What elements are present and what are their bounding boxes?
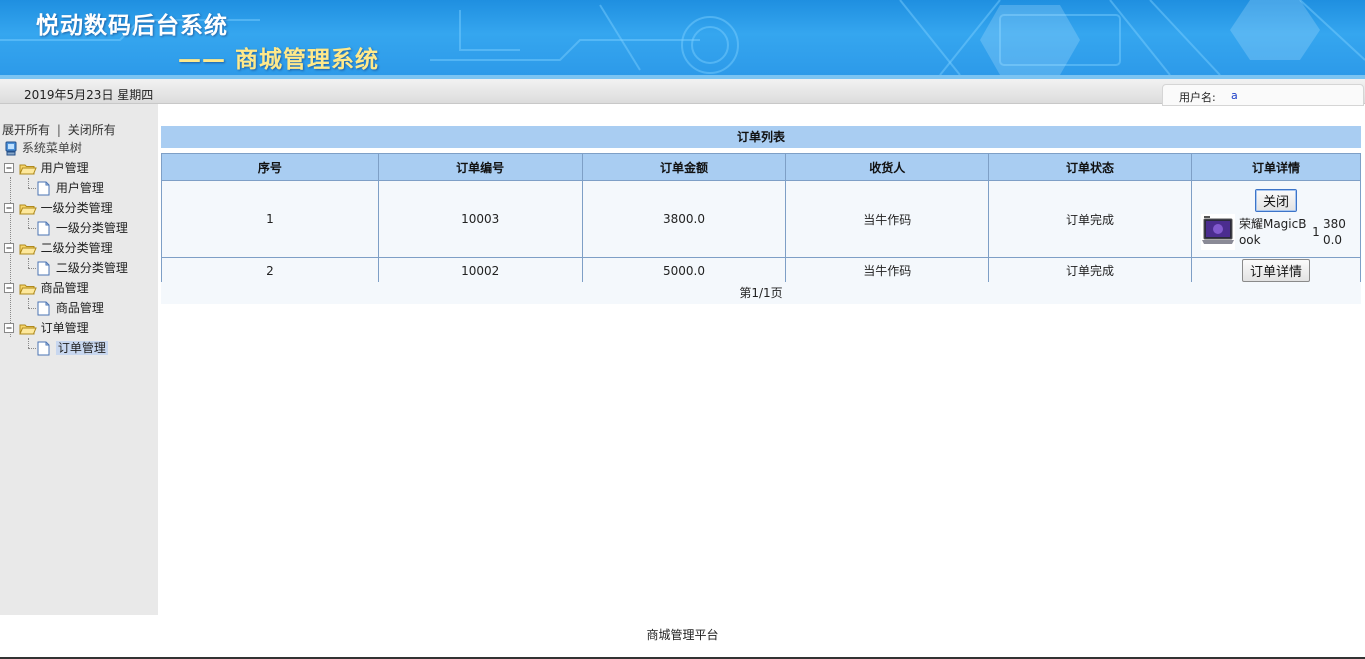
collapse-minus-icon[interactable] — [4, 283, 15, 294]
tree-group-label: 商品管理 — [40, 281, 89, 295]
document-icon — [37, 221, 50, 236]
tree-group-label: 一级分类管理 — [40, 201, 113, 215]
folder-open-icon — [19, 324, 37, 334]
tree-line — [28, 258, 29, 268]
tree-group-products[interactable]: 商品管理 — [4, 279, 89, 297]
table-row: 1 10003 3800.0 当牛作码 订单完成 关闭 荣耀MagicBook … — [161, 180, 1362, 258]
tree-group-orders[interactable]: 订单管理 — [4, 319, 89, 337]
tree-line — [28, 348, 36, 349]
tree-group-label: 二级分类管理 — [40, 241, 113, 255]
collapse-minus-icon[interactable] — [4, 203, 15, 214]
tree-item-label: 订单管理 — [55, 341, 108, 355]
tree-item-order-management[interactable]: 订单管理 — [36, 339, 108, 357]
sidebar: 展开所有 | 关闭所有 系统菜单树 用户管理 用户管理 一级分类管理 一级分类管… — [0, 104, 158, 615]
tree-group-label: 用户管理 — [40, 161, 89, 175]
tree-line — [28, 218, 29, 228]
cell-index: 1 — [161, 180, 379, 258]
document-icon — [37, 301, 50, 316]
cell-detail: 订单详情 — [1190, 257, 1362, 284]
current-date: 2019年5月23日 星期四 — [24, 88, 154, 102]
tree-root-label: 系统菜单树 — [21, 141, 82, 155]
user-label: 用户名: — [1179, 91, 1216, 104]
tree-line — [28, 188, 36, 189]
cell-status: 订单完成 — [988, 180, 1192, 258]
tree-line — [28, 178, 29, 188]
tree-controls: 展开所有 | 关闭所有 — [2, 121, 116, 138]
tree-item-label: 用户管理 — [55, 181, 104, 195]
tree-group-category2[interactable]: 二级分类管理 — [4, 239, 113, 257]
table-header-row: 序号 订单编号 订单金额 收货人 订单状态 订单详情 — [161, 153, 1362, 181]
product-quantity: 1 — [1312, 224, 1320, 239]
product-thumbnail — [1200, 213, 1235, 250]
cell-status: 订单完成 — [988, 257, 1192, 284]
cell-amount: 3800.0 — [581, 180, 787, 258]
product-subtotal: 3800.0 — [1322, 216, 1346, 247]
column-header-amount: 订单金额 — [581, 153, 787, 181]
order-detail-button[interactable]: 订单详情 — [1241, 259, 1310, 282]
cell-receiver: 当牛作码 — [785, 180, 990, 258]
tree-item-category1-management[interactable]: 一级分类管理 — [36, 219, 128, 237]
info-bar: 2019年5月23日 星期四 用户名: a — [0, 79, 1365, 106]
cell-detail: 关闭 荣耀MagicBook 1 3800.0 — [1190, 180, 1362, 258]
user-box: 用户名: a — [1162, 84, 1364, 106]
tree-group-label: 订单管理 — [40, 321, 89, 335]
product-name: 荣耀MagicBook — [1238, 216, 1307, 247]
close-detail-button[interactable]: 关闭 — [1254, 188, 1297, 212]
collapse-minus-icon[interactable] — [4, 163, 15, 174]
folder-open-icon — [19, 164, 37, 174]
column-header-order-no: 订单编号 — [377, 153, 583, 181]
tree-group-category1[interactable]: 一级分类管理 — [4, 199, 113, 217]
order-item-detail: 荣耀MagicBook 1 3800.0 — [1193, 212, 1359, 252]
pager: 第1/1页 — [161, 282, 1361, 304]
tree-item-label: 商品管理 — [55, 301, 104, 315]
order-list-title: 订单列表 — [161, 126, 1361, 148]
folder-open-icon — [19, 204, 37, 214]
document-icon — [37, 341, 50, 356]
column-header-index: 序号 — [161, 153, 379, 181]
computer-icon — [5, 141, 17, 155]
cell-amount: 5000.0 — [581, 257, 787, 284]
column-header-status: 订单状态 — [988, 153, 1192, 181]
tree-group-users[interactable]: 用户管理 — [4, 159, 89, 177]
header-banner: 悦动数码后台系统 —— 商城管理系统 — [0, 0, 1365, 75]
footer-text: 商城管理平台 — [646, 628, 719, 642]
column-header-detail: 订单详情 — [1190, 153, 1362, 181]
collapse-minus-icon[interactable] — [4, 243, 15, 254]
cell-receiver: 当牛作码 — [785, 257, 990, 284]
folder-open-icon — [19, 284, 37, 294]
app-subtitle: —— 商城管理系统 — [178, 47, 380, 73]
tree-item-user-management[interactable]: 用户管理 — [36, 179, 104, 197]
tree-line — [28, 298, 29, 308]
expand-all-link[interactable]: 展开所有 — [2, 123, 50, 137]
tree-item-label: 一级分类管理 — [55, 221, 128, 235]
collapse-all-link[interactable]: 关闭所有 — [68, 123, 116, 137]
tree-control-separator: | — [56, 123, 61, 137]
tree-line — [28, 268, 36, 269]
tree-item-label: 二级分类管理 — [55, 261, 128, 275]
order-table: 序号 订单编号 订单金额 收货人 订单状态 订单详情 1 10003 3800.… — [161, 153, 1362, 284]
user-name: a — [1231, 89, 1238, 102]
tree-line — [28, 308, 36, 309]
tree-item-product-management[interactable]: 商品管理 — [36, 299, 104, 317]
tree-item-category2-management[interactable]: 二级分类管理 — [36, 259, 128, 277]
document-icon — [37, 261, 50, 276]
collapse-minus-icon[interactable] — [4, 323, 15, 334]
column-header-receiver: 收货人 — [785, 153, 990, 181]
cell-index: 2 — [161, 257, 379, 284]
table-row: 2 10002 5000.0 当牛作码 订单完成 订单详情 — [161, 257, 1362, 284]
app-title: 悦动数码后台系统 — [36, 13, 228, 39]
cell-order-no: 10002 — [377, 257, 583, 284]
tree-line — [28, 338, 29, 348]
folder-open-icon — [19, 244, 37, 254]
document-icon — [37, 181, 50, 196]
tree-line — [28, 228, 36, 229]
tree-root[interactable]: 系统菜单树 — [4, 139, 82, 157]
cell-order-no: 10003 — [377, 180, 583, 258]
